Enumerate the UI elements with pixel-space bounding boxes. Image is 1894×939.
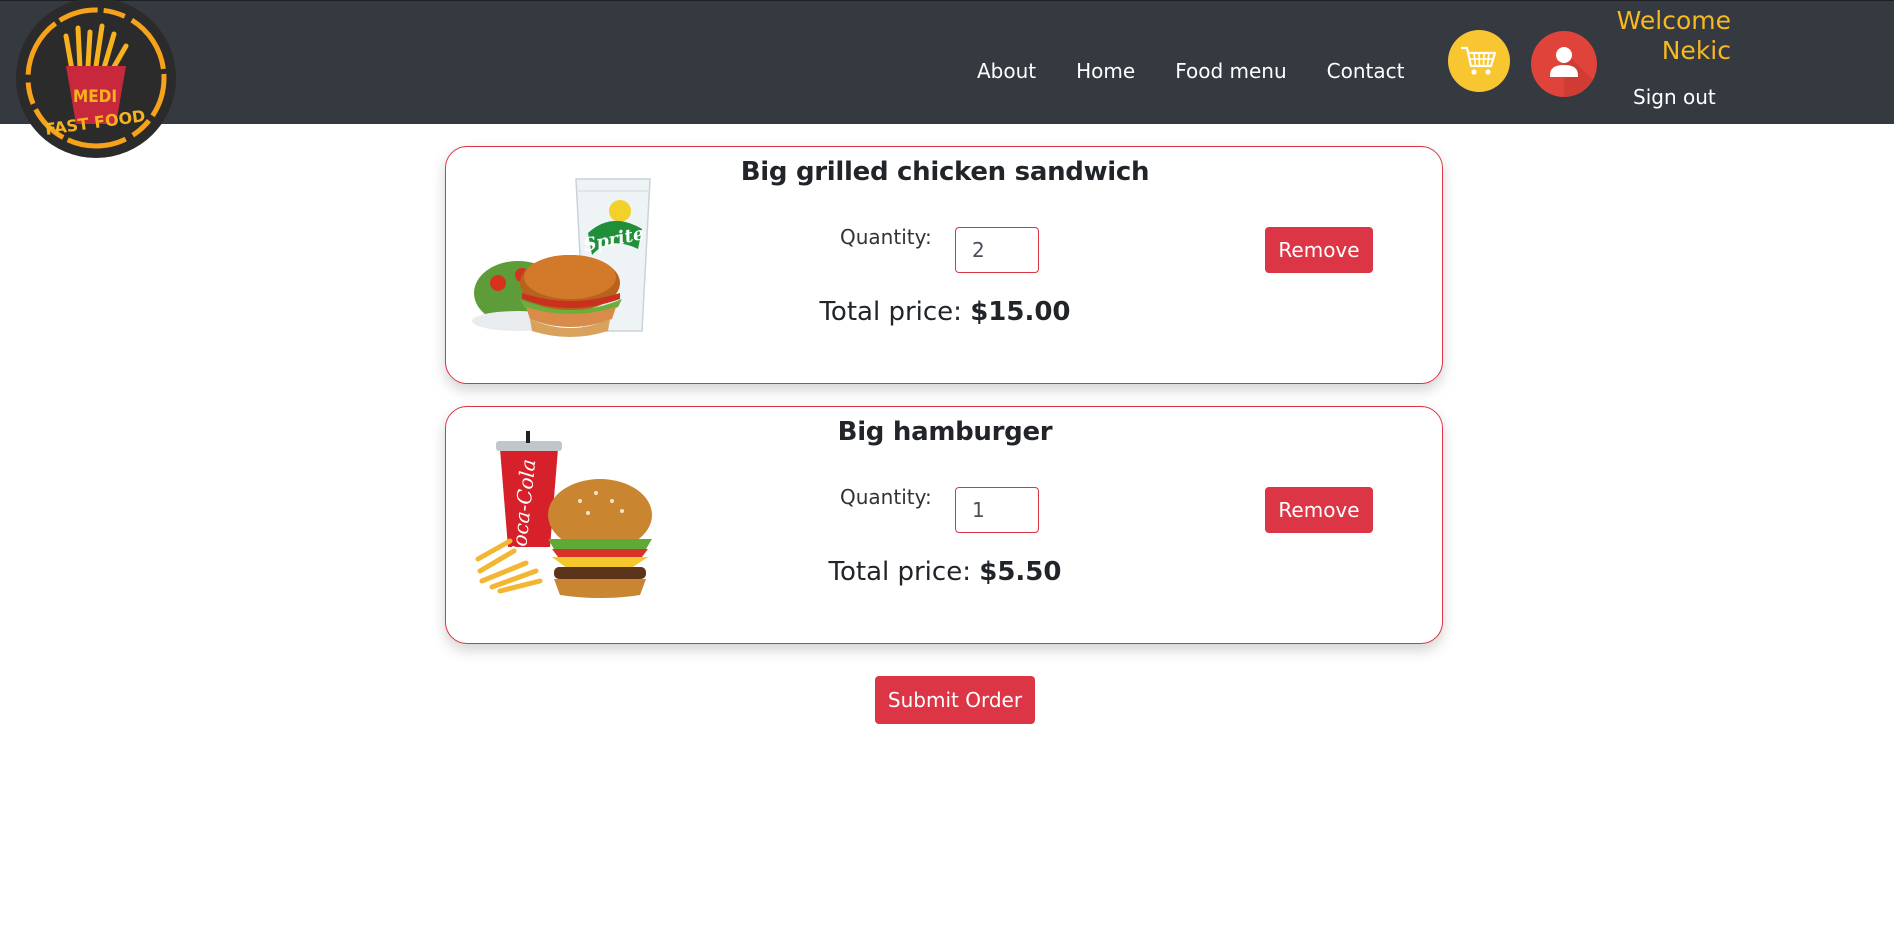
item-title: Big hamburger <box>837 417 1053 447</box>
navbar: About Home Food menu Contact Welcome Nek… <box>0 0 1894 124</box>
welcome-username: Nekic <box>1661 36 1731 65</box>
user-icon <box>1550 47 1597 97</box>
logo-image: MEDI FAST FOOD <box>16 0 176 158</box>
logo[interactable]: MEDI FAST FOOD <box>14 0 178 160</box>
cart-item: Sprite Big grilled chicken sandwich Quan… <box>445 146 1443 384</box>
remove-button[interactable]: Remove <box>1265 487 1373 533</box>
welcome-message: Welcome Nekic <box>1600 6 1731 66</box>
shopping-cart-icon <box>1461 46 1497 75</box>
cart-button[interactable] <box>1448 30 1510 92</box>
welcome-label: Welcome <box>1616 6 1731 35</box>
item-total: Total price: $5.50 <box>446 557 1444 587</box>
item-total: Total price: $15.00 <box>446 297 1444 327</box>
total-label: Total price: <box>828 557 971 587</box>
item-title: Big grilled chicken sandwich <box>740 157 1150 187</box>
nav-contact[interactable]: Contact <box>1327 59 1405 83</box>
nav-food-menu[interactable]: Food menu <box>1175 59 1286 83</box>
submit-order-button[interactable]: Submit Order <box>875 676 1035 724</box>
logo-text-line1: MEDI <box>73 87 117 107</box>
cart-item: Coca-Cola Big hamburger Quantity: Remove… <box>445 406 1443 644</box>
nav-about[interactable]: About <box>977 59 1036 83</box>
total-label: Total price: <box>819 297 962 327</box>
total-value: $5.50 <box>979 557 1062 587</box>
quantity-label: Quantity: <box>840 225 932 249</box>
quantity-input[interactable] <box>955 487 1039 533</box>
user-button[interactable] <box>1531 31 1597 97</box>
nav-links: About Home Food menu Contact <box>977 59 1444 83</box>
total-value: $15.00 <box>970 297 1071 327</box>
sign-out-link[interactable]: Sign out <box>1633 85 1716 109</box>
quantity-input[interactable] <box>955 227 1039 273</box>
quantity-label: Quantity: <box>840 485 932 509</box>
remove-button[interactable]: Remove <box>1265 227 1373 273</box>
nav-home[interactable]: Home <box>1076 59 1135 83</box>
